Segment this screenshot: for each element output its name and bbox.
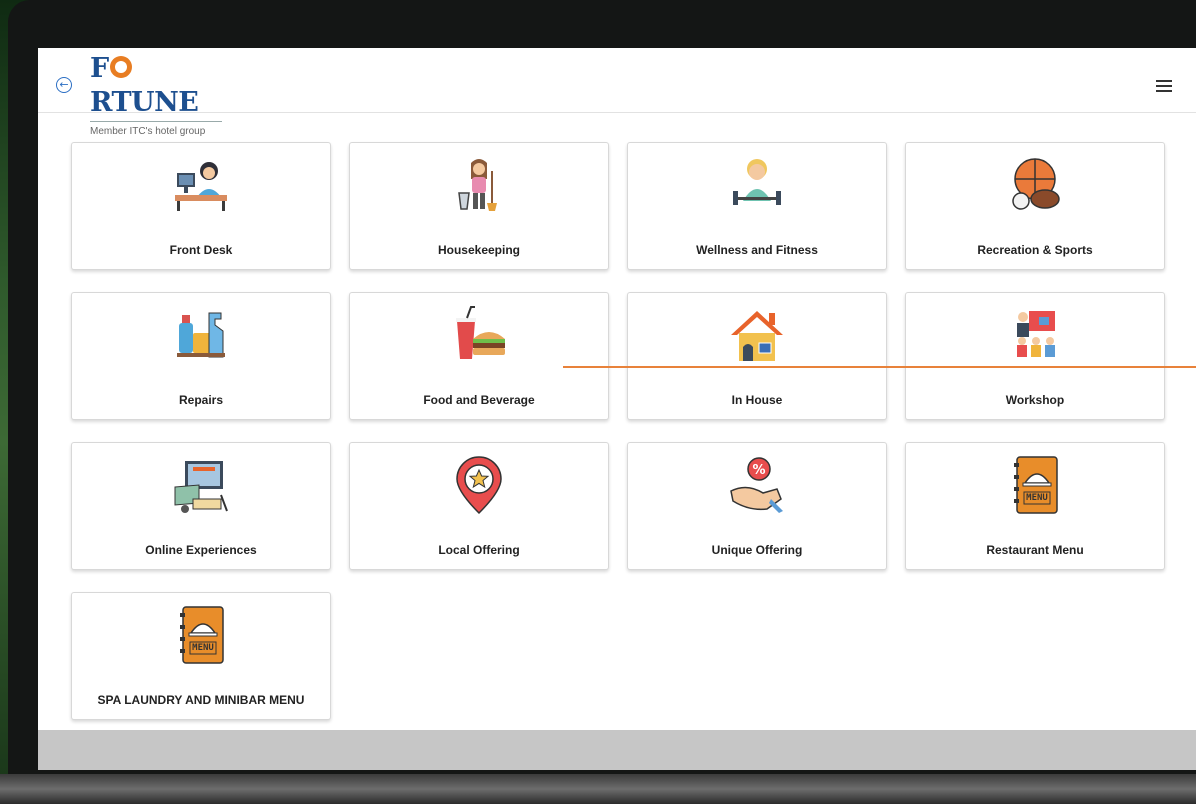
- tile-online-experiences[interactable]: Online Experiences: [71, 442, 331, 570]
- tile-label: Workshop: [1005, 393, 1065, 407]
- back-arrow-icon[interactable]: ←: [56, 77, 72, 93]
- tile-label: SPA LAUNDRY AND MINIBAR MENU: [97, 693, 305, 707]
- tile-recreation-sports[interactable]: Recreation & Sports: [905, 142, 1165, 270]
- tile-label: In House: [731, 393, 783, 407]
- app-header: ← FRTUNE Member ITC's hotel group: [38, 48, 1196, 137]
- laptop-screen: ← FRTUNE Member ITC's hotel group Front …: [38, 48, 1196, 770]
- tile-label: Front Desk: [169, 243, 233, 257]
- housekeeping-icon: [458, 159, 497, 211]
- tile-repairs[interactable]: Repairs: [71, 292, 331, 420]
- logo-wordmark: FRTUNE: [90, 53, 199, 118]
- tile-unique-offering[interactable]: % Unique Offering: [627, 442, 887, 570]
- logo-tagline: Member ITC's hotel group: [90, 126, 206, 137]
- accent-line: [563, 366, 1196, 368]
- cleaning-supplies-icon: [177, 312, 225, 358]
- svg-text:%: %: [752, 463, 765, 478]
- tile-label: Restaurant Menu: [986, 543, 1084, 557]
- sports-balls-icon: [1012, 158, 1060, 210]
- tile-label: Food and Beverage: [423, 393, 535, 407]
- tile-label: Recreation & Sports: [977, 243, 1093, 257]
- tile-label: Repairs: [178, 393, 224, 407]
- fitness-icon: [733, 159, 781, 205]
- tile-label: Wellness and Fitness: [696, 243, 818, 257]
- logo-divider: [90, 121, 222, 122]
- tile-label: Local Offering: [438, 543, 520, 557]
- tile-restaurant-menu[interactable]: MENU Restaurant Menu: [905, 442, 1165, 570]
- app-footer: [38, 730, 1196, 770]
- tile-workshop[interactable]: Workshop: [905, 292, 1165, 420]
- tile-label: Online Experiences: [145, 543, 257, 557]
- house-icon: [731, 311, 783, 361]
- workshop-icon: [1017, 311, 1055, 357]
- tile-spa-laundry-minibar[interactable]: MENU SPA LAUNDRY AND MINIBAR MENU: [71, 592, 331, 720]
- burger-drink-icon: [456, 306, 505, 359]
- svg-text:MENU: MENU: [1026, 493, 1048, 503]
- online-cooking-icon: [174, 461, 228, 513]
- svg-text:MENU: MENU: [192, 643, 214, 653]
- logo-o-mark: [109, 56, 132, 78]
- menu-book-icon: MENU: [1014, 456, 1058, 514]
- menu-book-icon: MENU: [180, 606, 224, 664]
- tile-label: Unique Offering: [711, 543, 803, 557]
- location-star-icon: [456, 456, 502, 515]
- tile-local-offering[interactable]: Local Offering: [349, 442, 609, 570]
- hamburger-menu-icon[interactable]: [1156, 80, 1172, 92]
- hand-offer-icon: %: [730, 457, 783, 513]
- tile-wellness-fitness[interactable]: Wellness and Fitness: [627, 142, 887, 270]
- tile-food-beverage[interactable]: Food and Beverage: [349, 292, 609, 420]
- tile-label: Housekeeping: [437, 243, 521, 257]
- tile-front-desk[interactable]: Front Desk: [71, 142, 331, 270]
- front-desk-icon: [175, 162, 227, 211]
- tile-housekeeping[interactable]: Housekeeping: [349, 142, 609, 270]
- laptop-base: [0, 774, 1196, 804]
- app-window: ← FRTUNE Member ITC's hotel group Front …: [38, 48, 1196, 730]
- fortune-logo[interactable]: FRTUNE Member ITC's hotel group: [90, 52, 230, 137]
- tile-in-house[interactable]: In House: [627, 292, 887, 420]
